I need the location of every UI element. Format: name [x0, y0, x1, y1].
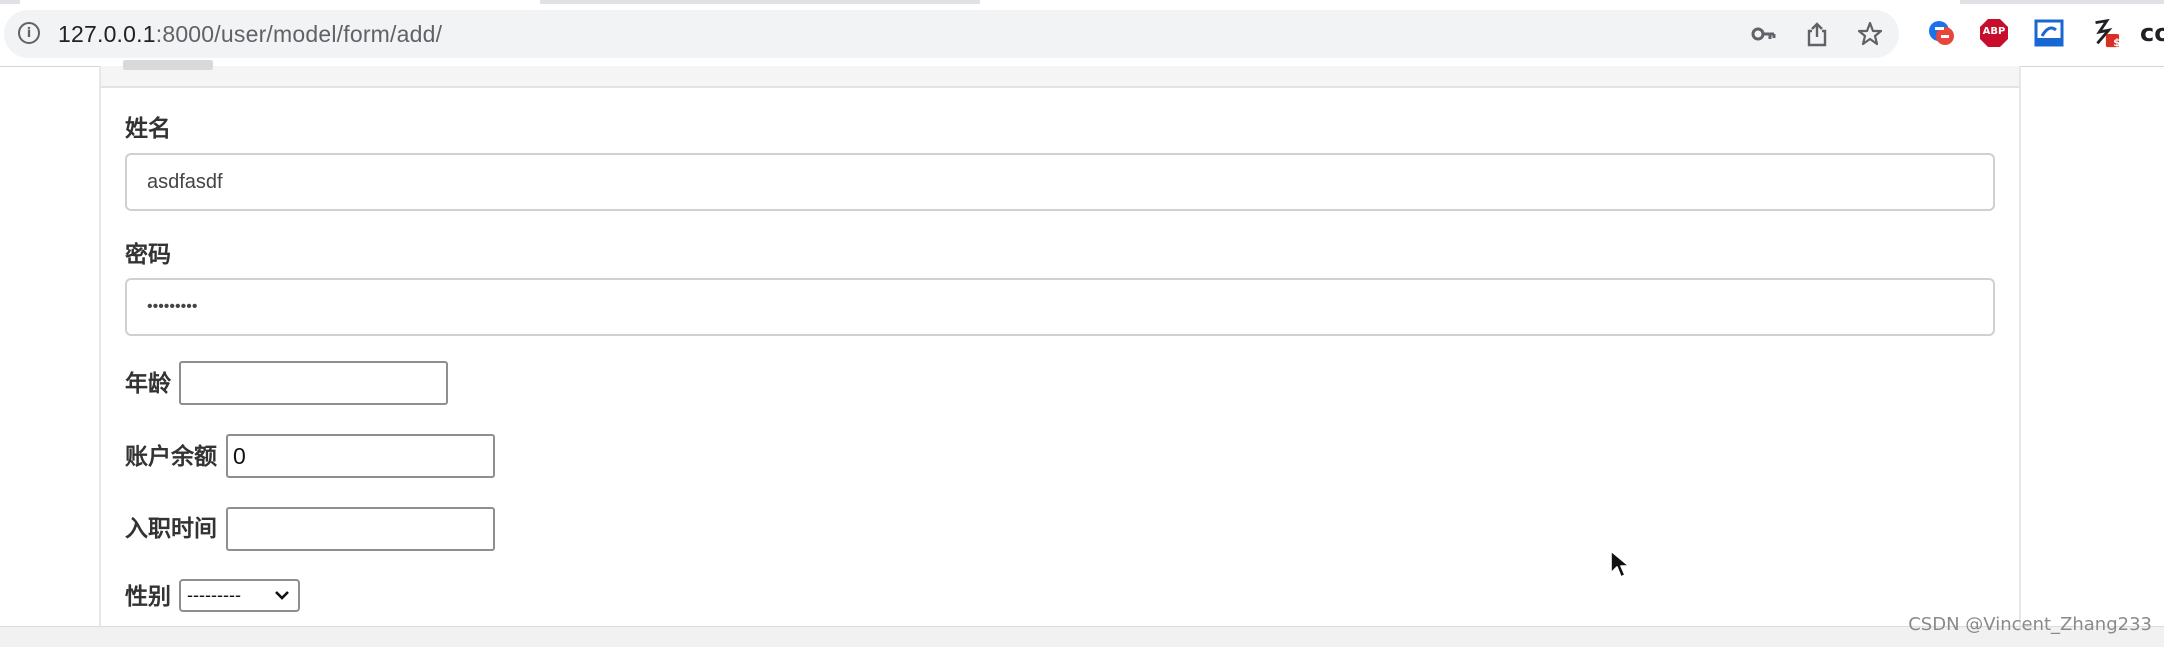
url-text[interactable]: 127.0.0.1:8000/user/model/form/add/ — [58, 21, 442, 47]
mouse-cursor-icon — [1609, 549, 1631, 586]
tab-strip — [0, 0, 2164, 4]
chevron-down-icon — [272, 585, 292, 610]
panel-heading-text-cutoff — [123, 60, 213, 70]
gender-select-value: --------- — [187, 585, 241, 605]
coinbase-extension-icon[interactable]: co — [2140, 17, 2164, 49]
panel-heading — [101, 60, 2019, 88]
address-bar[interactable]: i 127.0.0.1:8000/user/model/form/add/ — [4, 10, 1899, 58]
coinbase-extension-text: co — [2140, 19, 2164, 47]
extension-badge: $ — [2113, 36, 2121, 49]
bottom-bar — [0, 626, 2164, 647]
tab-strip-active-segment — [20, 0, 540, 4]
tab-strip-active-segment — [980, 0, 1960, 4]
watermark: CSDN @Vincent_Zhang233 — [1908, 614, 2152, 635]
site-info-icon[interactable]: i — [18, 22, 40, 44]
create-time-label: 入职时间 — [125, 515, 217, 541]
age-label: 年龄 — [125, 370, 171, 396]
translate-extension-icon[interactable] — [1925, 17, 1957, 49]
url-path: :8000/user/model/form/add/ — [155, 21, 443, 47]
balance-label: 账户余额 — [125, 443, 217, 469]
age-input[interactable] — [179, 361, 448, 405]
share-icon[interactable] — [1803, 20, 1831, 48]
name-input[interactable] — [125, 153, 1995, 211]
name-label: 姓名 — [125, 115, 171, 141]
password-input[interactable] — [125, 278, 1995, 336]
gender-select[interactable]: --------- — [179, 579, 300, 612]
timer-extension-icon[interactable]: $ — [2088, 17, 2121, 49]
adblock-plus-text: ABP — [1982, 26, 2006, 37]
bookmark-star-icon[interactable] — [1856, 20, 1884, 48]
password-label: 密码 — [125, 241, 171, 267]
browser-toolbar: i 127.0.0.1:8000/user/model/form/add/ AB… — [0, 0, 2164, 67]
create-time-input[interactable] — [226, 507, 495, 551]
adblock-plus-icon[interactable]: ABP — [1978, 17, 2010, 49]
balance-input[interactable] — [226, 434, 495, 478]
gender-label: 性别 — [125, 583, 171, 609]
password-key-icon[interactable] — [1749, 20, 1777, 48]
url-host: 127.0.0.1 — [58, 21, 156, 47]
scribe-extension-icon[interactable] — [2033, 17, 2065, 49]
